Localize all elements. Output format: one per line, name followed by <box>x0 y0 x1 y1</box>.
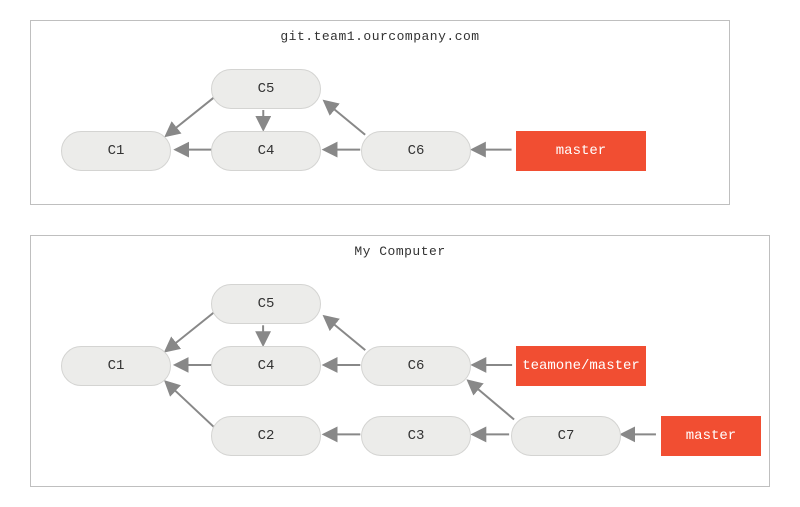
panel-local-title: My Computer <box>31 244 769 259</box>
panel-server: git.team1.ourcompany.com C1 C4 C5 C6 mas… <box>30 20 730 205</box>
commit-node-c6: C6 <box>361 131 471 171</box>
commit-node-c1: C1 <box>61 131 171 171</box>
branch-master-server: master <box>516 131 646 171</box>
commit-label: C5 <box>258 296 275 312</box>
panel-local: My Computer <box>30 235 770 487</box>
commit-node-c2: C2 <box>211 416 321 456</box>
panel-server-arrows <box>31 21 729 204</box>
panel-server-title: git.team1.ourcompany.com <box>31 29 729 44</box>
commit-node-c5b: C5 <box>211 284 321 324</box>
commit-label: C5 <box>258 81 275 97</box>
commit-node-c1b: C1 <box>61 346 171 386</box>
commit-node-c4: C4 <box>211 131 321 171</box>
commit-node-c7: C7 <box>511 416 621 456</box>
branch-label: master <box>686 428 736 444</box>
branch-label: master <box>556 143 606 159</box>
commit-label: C2 <box>258 428 275 444</box>
commit-label: C6 <box>408 143 425 159</box>
branch-teamone-master: teamone/master <box>516 346 646 386</box>
commit-node-c4b: C4 <box>211 346 321 386</box>
commit-label: C3 <box>408 428 425 444</box>
commit-label: C4 <box>258 358 275 374</box>
commit-label: C6 <box>408 358 425 374</box>
commit-node-c5: C5 <box>211 69 321 109</box>
commit-node-c3: C3 <box>361 416 471 456</box>
diagram-root: git.team1.ourcompany.com C1 C4 C5 C6 mas… <box>0 0 800 507</box>
commit-label: C1 <box>108 358 125 374</box>
branch-master-local: master <box>661 416 761 456</box>
branch-label: teamone/master <box>522 358 640 374</box>
commit-label: C4 <box>258 143 275 159</box>
commit-label: C7 <box>558 428 575 444</box>
commit-node-c6b: C6 <box>361 346 471 386</box>
commit-label: C1 <box>108 143 125 159</box>
